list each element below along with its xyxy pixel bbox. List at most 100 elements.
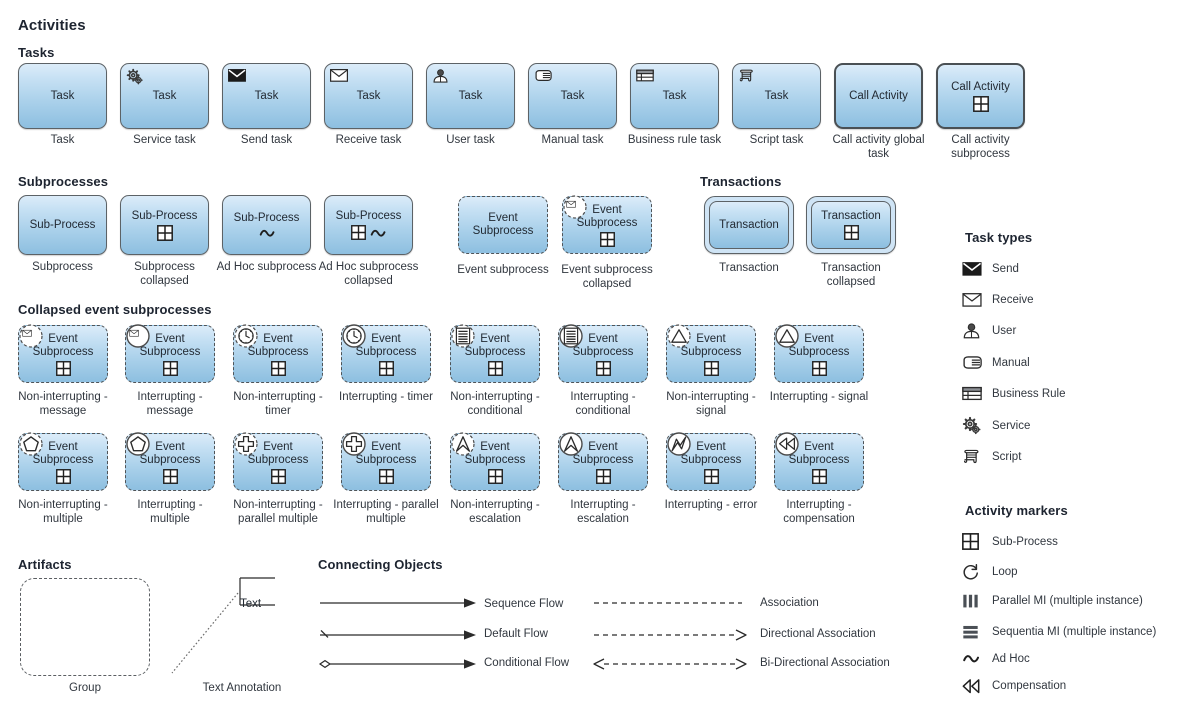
label-conditional-flow: Conditional Flow xyxy=(484,657,570,669)
conditional-interrupting-icon xyxy=(558,323,584,349)
shape-transaction[interactable]: Transaction xyxy=(704,196,794,254)
shape-call-activity-global-task[interactable]: Call Activity xyxy=(834,63,923,129)
shape-task[interactable]: Task xyxy=(18,63,107,129)
compensation-interrupting-icon xyxy=(774,431,800,457)
caption-task: Task xyxy=(50,134,75,146)
shape-transaction-collapsed[interactable]: Transaction xyxy=(806,196,896,254)
caption-noninterrupting-parallel-multiple: Non-interrupting - parallel multiple xyxy=(233,499,323,525)
shape-call-activity-subprocess[interactable]: Call Activity xyxy=(936,63,1025,129)
shape-user-task[interactable]: Task xyxy=(426,63,515,129)
subprocess-marker-icon xyxy=(595,360,611,376)
legend-label: Loop xyxy=(992,566,1018,578)
shape-script-task[interactable]: Task xyxy=(732,63,821,129)
shape-event-subprocess-noninterrupting-multiple[interactable]: Event Subprocess xyxy=(18,432,108,491)
subprocess-marker-icon xyxy=(811,468,827,484)
shape-event-subprocess-interrupting-message[interactable]: Event Subprocess xyxy=(125,324,215,383)
shape-event-subprocess-noninterrupting-signal[interactable]: Event Subprocess xyxy=(666,324,756,383)
label-bidirectional-association: Bi-Directional Association xyxy=(760,657,890,669)
caption-interrupting-message: Interrupting - message xyxy=(137,391,203,417)
shape-label: Task xyxy=(152,89,177,102)
shape-event-subprocess-noninterrupting-parallel-multiple[interactable]: Event Subprocess xyxy=(233,431,323,491)
caption-event-subprocess: Event subprocess xyxy=(457,264,549,276)
subprocess-marker-icon xyxy=(55,468,71,484)
caption-business-rule-task: Business rule task xyxy=(627,134,722,146)
shape-receive-task[interactable]: Task xyxy=(324,63,413,129)
compensation-marker-icon xyxy=(962,678,992,694)
legend-label: Parallel MI (multiple instance) xyxy=(992,595,1143,607)
caption-send-task: Send task xyxy=(240,134,293,146)
shape-subprocess-collapsed[interactable]: Sub-Process xyxy=(120,195,209,255)
artifact-group-shape[interactable] xyxy=(20,578,150,676)
multiple-interrupting-icon xyxy=(125,431,151,457)
shape-send-task[interactable]: Task xyxy=(222,63,311,129)
artifact-text-annotation-shape[interactable] xyxy=(170,575,280,680)
shape-event-subprocess-interrupting-conditional[interactable]: Event Subprocess xyxy=(558,323,648,383)
shape-event-subprocess[interactable]: Event Subprocess xyxy=(458,196,548,254)
subprocess-marker-icon xyxy=(487,468,503,484)
envelope-filled-icon xyxy=(227,68,247,83)
error-interrupting-icon xyxy=(666,431,692,457)
message-noninterrupting-icon xyxy=(562,194,588,220)
legend-row-send: Send xyxy=(962,261,1019,277)
label-default-flow: Default Flow xyxy=(484,628,548,640)
escalation-interrupting-icon xyxy=(558,431,584,457)
caption-noninterrupting-message: Non-interrupting - message xyxy=(18,391,108,417)
legend-row-loop-marker: Loop xyxy=(962,563,1018,581)
adhoc-marker-icon xyxy=(370,229,386,237)
subprocess-marker-icon xyxy=(703,468,719,484)
subprocess-marker-icon xyxy=(156,224,173,241)
caption-call-activity-global-task: Call activity global task xyxy=(832,134,925,160)
shape-event-subprocess-collapsed[interactable]: Event Subprocess xyxy=(562,194,652,254)
subprocess-marker-icon xyxy=(351,225,366,240)
shape-adhoc-subprocess-collapsed[interactable]: Sub-Process xyxy=(324,195,413,255)
shape-label: Sub-Process xyxy=(131,209,198,222)
shape-event-subprocess-interrupting-compensation[interactable]: Event Subprocess xyxy=(774,431,864,491)
legend-row-receive: Receive xyxy=(962,292,1034,308)
shape-event-subprocess-interrupting-parallel-multiple[interactable]: Event Subprocess xyxy=(341,431,431,491)
shape-event-subprocess-noninterrupting-message[interactable]: Event Subprocess xyxy=(18,324,108,383)
subprocess-marker-icon xyxy=(972,95,989,112)
parallel-multiple-noninterrupting-icon xyxy=(233,431,259,457)
shape-event-subprocess-noninterrupting-conditional[interactable]: Event Subprocess xyxy=(450,324,540,383)
subprocess-adhoc-marker-group xyxy=(351,225,386,240)
caption-interrupting-conditional: Interrupting - conditional xyxy=(570,391,636,417)
subprocess-marker-icon xyxy=(270,468,286,484)
shape-event-subprocess-interrupting-timer[interactable]: Event Subprocess xyxy=(341,324,431,383)
shape-event-subprocess-interrupting-escalation[interactable]: Event Subprocess xyxy=(558,431,648,491)
user-icon xyxy=(962,322,992,340)
timer-noninterrupting-icon xyxy=(233,323,259,349)
shape-subprocess[interactable]: Sub-Process xyxy=(18,195,107,255)
loop-marker-icon xyxy=(962,563,992,581)
signal-interrupting-icon xyxy=(774,323,800,349)
shape-label: Event Subprocess xyxy=(472,212,534,237)
subprocess-marker-icon xyxy=(843,225,859,240)
shape-event-subprocess-interrupting-error[interactable]: Event Subprocess xyxy=(666,431,756,491)
caption-noninterrupting-escalation: Non-interrupting - escalation xyxy=(450,499,540,525)
parallel-multiple-interrupting-icon xyxy=(341,431,367,457)
shape-event-subprocess-interrupting-signal[interactable]: Event Subprocess xyxy=(774,323,864,383)
shape-business-rule-task[interactable]: Task xyxy=(630,63,719,129)
shape-manual-task[interactable]: Task xyxy=(528,63,617,129)
caption-manual-task: Manual task xyxy=(541,134,604,146)
caption-group: Group xyxy=(69,682,101,694)
shape-event-subprocess-noninterrupting-escalation[interactable]: Event Subprocess xyxy=(450,432,540,491)
subprocess-marker-icon xyxy=(811,360,827,376)
shape-event-subprocess-noninterrupting-timer[interactable]: Event Subprocess xyxy=(233,323,323,383)
shape-label: Transaction xyxy=(821,210,881,222)
caption-adhoc-subprocess-collapsed: Ad Hoc subprocess collapsed xyxy=(318,261,419,287)
subprocess-marker-icon xyxy=(487,360,503,376)
caption-interrupting-error: Interrupting - error xyxy=(664,499,758,511)
section-heading-connecting-objects: Connecting Objects xyxy=(318,557,443,572)
caption-interrupting-signal: Interrupting - signal xyxy=(769,391,869,403)
shape-service-task[interactable]: Task xyxy=(120,63,209,129)
caption-transaction: Transaction xyxy=(719,262,779,274)
section-heading-subprocesses: Subprocesses xyxy=(18,174,109,189)
legend-label: Service xyxy=(992,420,1031,432)
shape-event-subprocess-interrupting-multiple[interactable]: Event Subprocess xyxy=(125,431,215,491)
section-heading-activity-markers: Activity markers xyxy=(965,503,1068,518)
subprocess-marker-icon xyxy=(162,468,178,484)
legend-label: Receive xyxy=(992,294,1034,306)
shape-label: Sub-Process xyxy=(29,218,96,231)
shape-adhoc-subprocess[interactable]: Sub-Process xyxy=(222,195,311,255)
caption-receive-task: Receive task xyxy=(335,134,402,146)
